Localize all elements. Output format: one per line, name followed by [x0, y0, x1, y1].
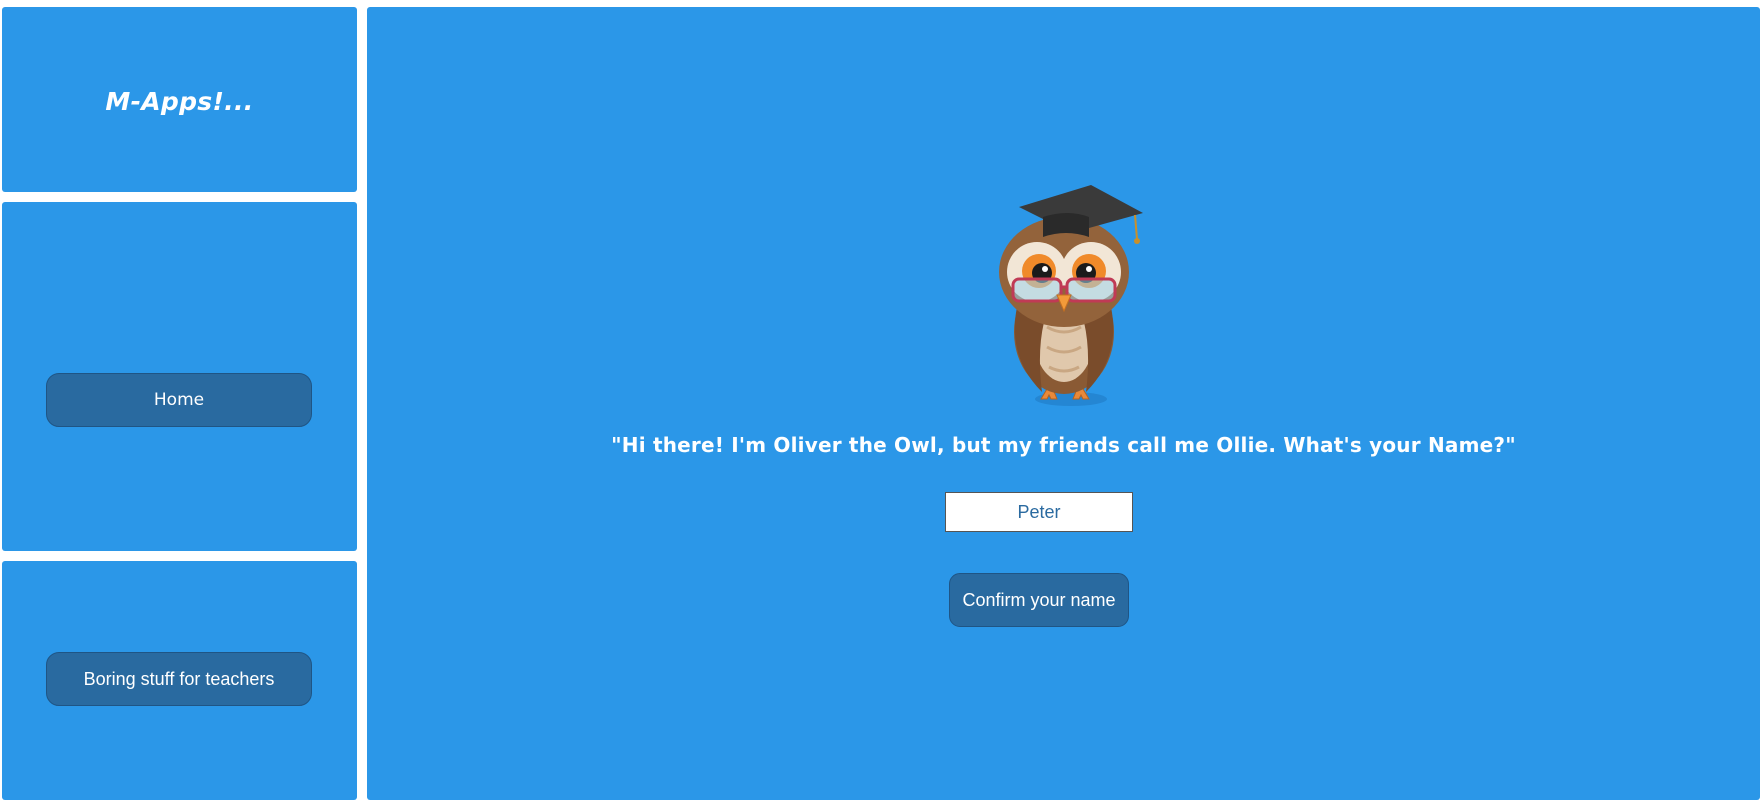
teachers-panel: Boring stuff for teachers [2, 561, 357, 800]
app-logo: M-Apps!... [105, 87, 254, 116]
owl-speech: "Hi there! I'm Oliver the Owl, but my fr… [611, 433, 1516, 457]
main-panel: "Hi there! I'm Oliver the Owl, but my fr… [367, 7, 1760, 800]
teachers-button[interactable]: Boring stuff for teachers [46, 652, 312, 706]
confirm-name-button[interactable]: Confirm your name [949, 573, 1129, 627]
home-button[interactable]: Home [46, 373, 312, 427]
logo-panel: M-Apps!... [2, 7, 357, 192]
owl-mascot-icon [947, 177, 1187, 417]
name-input[interactable] [945, 492, 1133, 532]
nav-panel: Home [2, 202, 357, 551]
